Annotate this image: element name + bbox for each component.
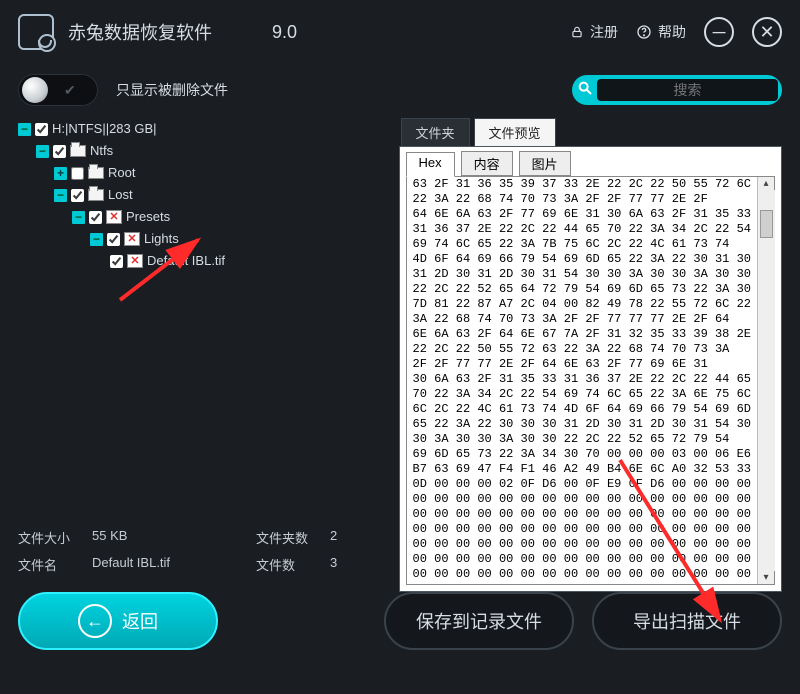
scroll-thumb[interactable] bbox=[760, 210, 773, 238]
tab-hex[interactable]: Hex bbox=[406, 152, 455, 177]
app-version: 9.0 bbox=[272, 22, 297, 43]
file-name-label: 文件名 bbox=[18, 555, 78, 574]
collapse-icon[interactable]: − bbox=[36, 145, 49, 158]
tabs-inner: Hex 内容 图片 bbox=[400, 147, 781, 176]
tabs-outer: 文件夹 文件预览 bbox=[401, 118, 782, 146]
tab-image[interactable]: 图片 bbox=[519, 151, 571, 176]
toggle-knob bbox=[22, 77, 48, 103]
right-pane: 文件夹 文件预览 Hex 内容 图片 63 2F 31 36 35 39 37 … bbox=[399, 118, 782, 578]
app-title: 赤兔数据恢复软件 bbox=[68, 19, 212, 45]
back-label: 返回 bbox=[122, 608, 158, 634]
only-deleted-toggle[interactable]: ✔ bbox=[18, 74, 98, 106]
tree-node-ntfs[interactable]: − Ntfs bbox=[36, 140, 393, 162]
collapse-icon[interactable]: − bbox=[18, 123, 31, 136]
help-label: 帮助 bbox=[658, 22, 686, 42]
file-count-value: 3 bbox=[330, 555, 337, 574]
toolbar: ✔ 只显示被删除文件 bbox=[0, 64, 800, 118]
hex-viewer: 63 2F 31 36 35 39 37 33 2E 22 2C 22 50 5… bbox=[406, 176, 775, 585]
tree-checkbox[interactable] bbox=[35, 123, 48, 136]
collapse-icon[interactable]: − bbox=[54, 189, 67, 202]
tree-checkbox[interactable] bbox=[71, 189, 84, 202]
tree-label: Default IBL.tif bbox=[147, 250, 225, 272]
only-deleted-label: 只显示被删除文件 bbox=[116, 80, 228, 100]
register-label: 注册 bbox=[590, 22, 618, 42]
file-count-label: 文件数 bbox=[256, 555, 316, 574]
tab-folder[interactable]: 文件夹 bbox=[401, 118, 470, 146]
app-icon bbox=[18, 14, 54, 50]
header: 赤兔数据恢复软件 9.0 注册 帮助 ─ ✕ bbox=[0, 0, 800, 64]
expand-icon[interactable]: + bbox=[54, 167, 67, 180]
scroll-track[interactable] bbox=[758, 190, 775, 571]
scroll-up-icon[interactable]: ▴ bbox=[763, 177, 768, 190]
lock-icon bbox=[570, 25, 584, 39]
file-name-value: Default IBL.tif bbox=[92, 555, 242, 574]
tree-checkbox[interactable] bbox=[107, 233, 120, 246]
tree-node-file[interactable]: ✕ Default IBL.tif bbox=[110, 250, 393, 272]
help-link[interactable]: 帮助 bbox=[636, 22, 686, 42]
minimize-button[interactable]: ─ bbox=[704, 17, 734, 47]
file-size-value: 55 KB bbox=[92, 528, 242, 547]
hex-dump: 63 2F 31 36 35 39 37 33 2E 22 2C 22 50 5… bbox=[407, 177, 757, 584]
tree-label: Lights bbox=[144, 228, 179, 250]
tree-checkbox[interactable] bbox=[89, 211, 102, 224]
tree-checkbox[interactable] bbox=[53, 145, 66, 158]
folder-count-label: 文件夹数 bbox=[256, 528, 316, 547]
tree-node-drive[interactable]: − H:|NTFS||283 GB| bbox=[18, 118, 393, 140]
export-scan-button[interactable]: 导出扫描文件 bbox=[592, 592, 782, 650]
folder-icon bbox=[70, 145, 86, 157]
close-button[interactable]: ✕ bbox=[752, 17, 782, 47]
deleted-file-icon: ✕ bbox=[127, 254, 143, 268]
search-input[interactable] bbox=[597, 79, 778, 101]
folder-icon bbox=[88, 189, 104, 201]
collapse-icon[interactable]: − bbox=[72, 211, 85, 224]
check-icon: ✔ bbox=[64, 82, 76, 99]
back-arrow-icon: ← bbox=[78, 604, 112, 638]
export-label: 导出扫描文件 bbox=[633, 608, 741, 634]
scroll-down-icon[interactable]: ▾ bbox=[763, 571, 768, 584]
tree-label: Ntfs bbox=[90, 140, 113, 162]
search-bar[interactable] bbox=[572, 75, 782, 105]
folder-count-value: 2 bbox=[330, 528, 337, 547]
tree-checkbox[interactable] bbox=[110, 255, 123, 268]
register-link[interactable]: 注册 bbox=[570, 22, 618, 42]
preview-panel: Hex 内容 图片 63 2F 31 36 35 39 37 33 2E 22 … bbox=[399, 146, 782, 592]
folder-icon bbox=[88, 167, 104, 179]
stats-panel: 文件大小 55 KB 文件夹数 2 文件名 Default IBL.tif 文件… bbox=[18, 524, 393, 578]
collapse-icon[interactable]: − bbox=[90, 233, 103, 246]
file-tree: − H:|NTFS||283 GB| − Ntfs + Root − Lost bbox=[18, 118, 393, 272]
tree-node-lost[interactable]: − Lost bbox=[54, 184, 393, 206]
tree-checkbox[interactable] bbox=[71, 167, 84, 180]
main: − H:|NTFS||283 GB| − Ntfs + Root − Lost bbox=[0, 118, 800, 578]
scrollbar[interactable]: ▴ ▾ bbox=[757, 177, 774, 584]
help-icon bbox=[636, 24, 652, 40]
left-pane: − H:|NTFS||283 GB| − Ntfs + Root − Lost bbox=[18, 118, 393, 578]
tree-label: Presets bbox=[126, 206, 170, 228]
tab-preview[interactable]: 文件预览 bbox=[474, 118, 556, 146]
save-record-button[interactable]: 保存到记录文件 bbox=[384, 592, 574, 650]
tree-label: Root bbox=[108, 162, 135, 184]
deleted-folder-icon: ✕ bbox=[124, 232, 140, 246]
tree-label: Lost bbox=[108, 184, 133, 206]
back-button[interactable]: ← 返回 bbox=[18, 592, 218, 650]
deleted-folder-icon: ✕ bbox=[106, 210, 122, 224]
tree-node-presets[interactable]: − ✕ Presets bbox=[72, 206, 393, 228]
tree-node-lights[interactable]: − ✕ Lights bbox=[90, 228, 393, 250]
file-size-label: 文件大小 bbox=[18, 528, 78, 547]
save-label: 保存到记录文件 bbox=[416, 608, 542, 634]
search-icon bbox=[572, 80, 597, 101]
tree-label: H:|NTFS||283 GB| bbox=[52, 118, 157, 140]
tab-content[interactable]: 内容 bbox=[461, 151, 513, 176]
tree-node-root[interactable]: + Root bbox=[54, 162, 393, 184]
